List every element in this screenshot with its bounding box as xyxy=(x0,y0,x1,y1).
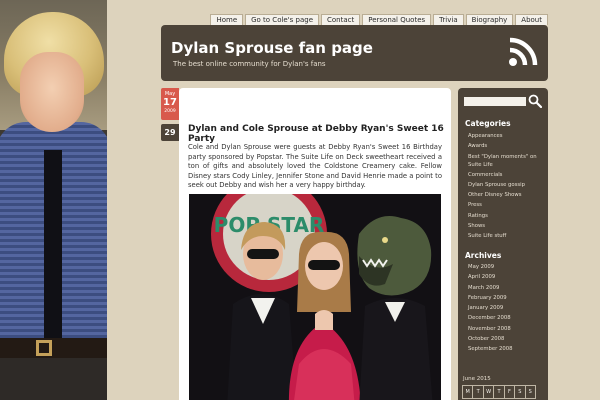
archive-link[interactable]: November 2008 xyxy=(468,324,512,334)
archive-link[interactable]: April 2009 xyxy=(468,272,512,282)
archive-link[interactable]: December 2008 xyxy=(468,313,512,323)
main-content: Dylan and Cole Sprouse at Debby Ryan's S… xyxy=(179,88,451,400)
search-icon[interactable] xyxy=(528,94,542,108)
category-link[interactable]: Awards xyxy=(468,141,544,151)
post-date-day: 17 xyxy=(163,97,177,108)
sidebar: Categories Appearances Awards Best "Dyla… xyxy=(458,88,548,400)
archive-link[interactable]: January 2009 xyxy=(468,303,512,313)
calendar-day: T xyxy=(473,386,484,398)
site-header: Dylan Sprouse fan page The best online c… xyxy=(161,25,548,81)
photo-belt xyxy=(0,338,107,358)
post-body: Cole and Dylan Sprouse were guests at De… xyxy=(188,143,442,189)
category-link[interactable]: Commercials xyxy=(468,170,544,180)
top-navigation: Home Go to Cole's page Contact Personal … xyxy=(210,14,548,25)
category-link[interactable]: Suite Life stuff xyxy=(468,231,544,241)
category-link[interactable]: Dylan Sprouse gossip xyxy=(468,180,544,190)
site-tagline: The best online community for Dylan's fa… xyxy=(173,60,326,68)
archive-link[interactable]: February 2009 xyxy=(468,293,512,303)
nav-personal-quotes[interactable]: Personal Quotes xyxy=(362,14,432,25)
calendar-day: S xyxy=(515,386,526,398)
post-photo-illustration: POP STAR xyxy=(189,194,441,400)
category-link[interactable]: Other Disney Shows xyxy=(468,190,544,200)
post-date-badge: May 17 2009 xyxy=(161,88,179,120)
post-photo: POP STAR xyxy=(189,194,441,400)
category-link[interactable]: Ratings xyxy=(468,211,544,221)
category-link[interactable]: Press xyxy=(468,200,544,210)
calendar-caption: June 2015 xyxy=(463,376,491,382)
category-link[interactable]: Shows xyxy=(468,221,544,231)
category-link[interactable]: Appearances xyxy=(468,131,544,141)
post-title[interactable]: Dylan and Cole Sprouse at Debby Ryan's S… xyxy=(188,124,446,144)
search-input[interactable] xyxy=(464,97,526,106)
calendar-day: W xyxy=(484,386,495,398)
post-date-year: 2009 xyxy=(164,109,176,114)
site-title[interactable]: Dylan Sprouse fan page xyxy=(171,39,373,57)
nav-contact[interactable]: Contact xyxy=(321,14,361,25)
archive-link[interactable]: March 2009 xyxy=(468,283,512,293)
comment-count-badge[interactable]: 29 xyxy=(161,124,179,141)
categories-list: Appearances Awards Best "Dylan moments" … xyxy=(468,131,544,242)
photo-face xyxy=(20,52,84,132)
archive-link[interactable]: October 2008 xyxy=(468,334,512,344)
calendar-header: M T W T F S S xyxy=(462,385,536,399)
nav-coles-page[interactable]: Go to Cole's page xyxy=(245,14,320,25)
photo-pants xyxy=(0,358,107,400)
calendar-day: F xyxy=(505,386,516,398)
categories-heading: Categories xyxy=(465,119,511,128)
archive-link[interactable]: May 2009 xyxy=(468,262,512,272)
nav-about[interactable]: About xyxy=(515,14,548,25)
header-photo-strip xyxy=(0,0,107,400)
photo-buckle xyxy=(36,340,52,356)
rss-icon[interactable] xyxy=(507,36,539,68)
calendar-day: S xyxy=(528,389,532,395)
nav-trivia[interactable]: Trivia xyxy=(433,14,464,25)
archives-list: May 2009 April 2009 March 2009 February … xyxy=(468,262,512,355)
calendar-day: M xyxy=(463,386,474,398)
archive-link[interactable]: September 2008 xyxy=(468,344,512,354)
nav-biography[interactable]: Biography xyxy=(465,14,514,25)
calendar-day: T xyxy=(494,386,505,398)
nav-home[interactable]: Home xyxy=(210,14,244,25)
archives-heading: Archives xyxy=(465,251,502,260)
category-link[interactable]: Best "Dylan moments" on Suite Life xyxy=(468,152,544,170)
